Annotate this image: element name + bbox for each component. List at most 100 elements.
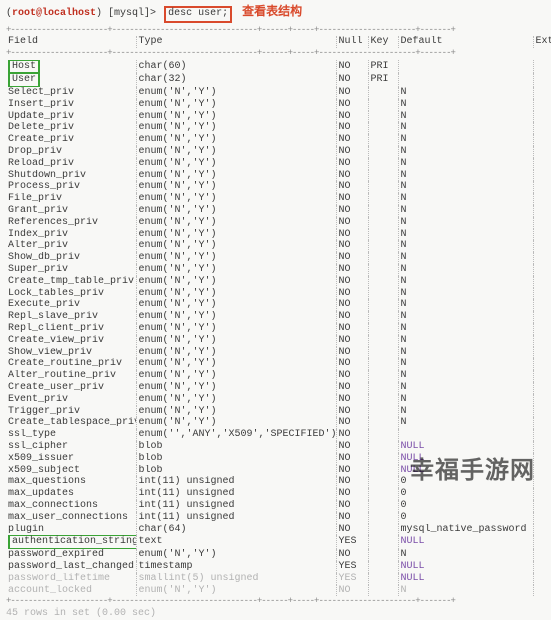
cell-key xyxy=(368,453,398,465)
cell-field: Create_user_priv xyxy=(6,382,136,394)
cell-field: Grant_priv xyxy=(6,205,136,217)
cell-field: Index_priv xyxy=(6,229,136,241)
cell-key xyxy=(368,276,398,288)
cell-extra xyxy=(533,476,551,488)
cell-extra xyxy=(533,240,551,252)
cell-extra xyxy=(533,465,551,477)
cell-field: password_lifetime xyxy=(6,573,136,585)
cell-null: NO xyxy=(336,181,368,193)
table-row: Show_db_privenum('N','Y')NON xyxy=(6,252,551,264)
cell-field: max_user_connections xyxy=(6,512,136,524)
cell-key xyxy=(368,217,398,229)
cell-null: NO xyxy=(336,465,368,477)
cell-type: enum('N','Y') xyxy=(136,205,336,217)
cell-extra xyxy=(533,311,551,323)
cell-type: text xyxy=(136,535,336,549)
cell-field: Create_view_priv xyxy=(6,335,136,347)
cell-default: N xyxy=(398,264,533,276)
cell-null: NO xyxy=(336,252,368,264)
table-row: password_lifetimesmallint(5) unsignedYES… xyxy=(6,573,551,585)
cell-null: NO xyxy=(336,299,368,311)
cell-key xyxy=(368,476,398,488)
cell-type: int(11) unsigned xyxy=(136,512,336,524)
cell-extra xyxy=(533,205,551,217)
table-row: Create_privenum('N','Y')NON xyxy=(6,134,551,146)
cell-extra xyxy=(533,288,551,300)
cell-type: enum('N','Y') xyxy=(136,217,336,229)
cell-key xyxy=(368,417,398,429)
cell-extra xyxy=(533,146,551,158)
cell-field: Select_priv xyxy=(6,87,136,99)
cell-field: Reload_priv xyxy=(6,158,136,170)
cell-key xyxy=(368,240,398,252)
cell-default xyxy=(398,73,533,87)
cell-key: PRI xyxy=(368,60,398,74)
header-field: Field xyxy=(6,36,136,49)
cell-null: NO xyxy=(336,205,368,217)
cell-field: max_questions xyxy=(6,476,136,488)
cell-type: enum('N','Y') xyxy=(136,347,336,359)
cell-field: x509_issuer xyxy=(6,453,136,465)
cell-key xyxy=(368,323,398,335)
cell-key xyxy=(368,465,398,477)
cell-key xyxy=(368,193,398,205)
table-row: Alter_routine_privenum('N','Y')NON xyxy=(6,370,551,382)
cell-null: NO xyxy=(336,264,368,276)
cell-type: enum('N','Y') xyxy=(136,134,336,146)
cell-key xyxy=(368,488,398,500)
cell-key xyxy=(368,406,398,418)
cell-key xyxy=(368,535,398,549)
cell-extra xyxy=(533,122,551,134)
cell-default: 0 xyxy=(398,512,533,524)
cell-type: enum('N','Y') xyxy=(136,370,336,382)
table-row: Super_privenum('N','Y')NON xyxy=(6,264,551,276)
cell-extra xyxy=(533,276,551,288)
cell-key xyxy=(368,205,398,217)
cell-default: 0 xyxy=(398,500,533,512)
cell-null: NO xyxy=(336,476,368,488)
cell-type: enum('N','Y') xyxy=(136,549,336,561)
header-key: Key xyxy=(368,36,398,49)
cell-key xyxy=(368,158,398,170)
cell-key xyxy=(368,370,398,382)
cell-null: NO xyxy=(336,347,368,359)
cell-field: Show_db_priv xyxy=(6,252,136,264)
cell-extra xyxy=(533,323,551,335)
cell-default: NULL xyxy=(398,441,533,453)
cell-field: Show_view_priv xyxy=(6,347,136,359)
cell-extra xyxy=(533,347,551,359)
cell-extra xyxy=(533,406,551,418)
cell-key xyxy=(368,99,398,111)
cell-field: File_priv xyxy=(6,193,136,205)
cell-default: N xyxy=(398,111,533,123)
cell-extra xyxy=(533,264,551,276)
highlight-box: Host xyxy=(8,60,40,74)
header-extra: Extra xyxy=(533,36,551,49)
cell-field: authentication_string xyxy=(6,535,136,549)
cell-extra xyxy=(533,585,551,597)
cell-null: NO xyxy=(336,73,368,87)
cell-extra xyxy=(533,488,551,500)
cell-default: NULL xyxy=(398,573,533,585)
cell-type: enum('N','Y') xyxy=(136,193,336,205)
cell-default: N xyxy=(398,585,533,597)
table-row: Create_routine_privenum('N','Y')NON xyxy=(6,358,551,370)
cell-default: mysql_native_password xyxy=(398,524,533,536)
table-row: x509_subjectblobNONULL xyxy=(6,465,551,477)
cell-extra xyxy=(533,111,551,123)
cell-extra xyxy=(533,382,551,394)
command-box: desc user; xyxy=(164,6,232,23)
cell-extra xyxy=(533,358,551,370)
cell-null: NO xyxy=(336,406,368,418)
cell-extra xyxy=(533,134,551,146)
cell-default: N xyxy=(398,217,533,229)
cell-extra xyxy=(533,429,551,441)
table-row: Create_tmp_table_privenum('N','Y')NON xyxy=(6,276,551,288)
cell-default: N xyxy=(398,382,533,394)
cell-extra xyxy=(533,535,551,549)
table-row: Execute_privenum('N','Y')NON xyxy=(6,299,551,311)
cell-default: N xyxy=(398,158,533,170)
cell-extra xyxy=(533,217,551,229)
header-default: Default xyxy=(398,36,533,49)
cell-extra xyxy=(533,370,551,382)
